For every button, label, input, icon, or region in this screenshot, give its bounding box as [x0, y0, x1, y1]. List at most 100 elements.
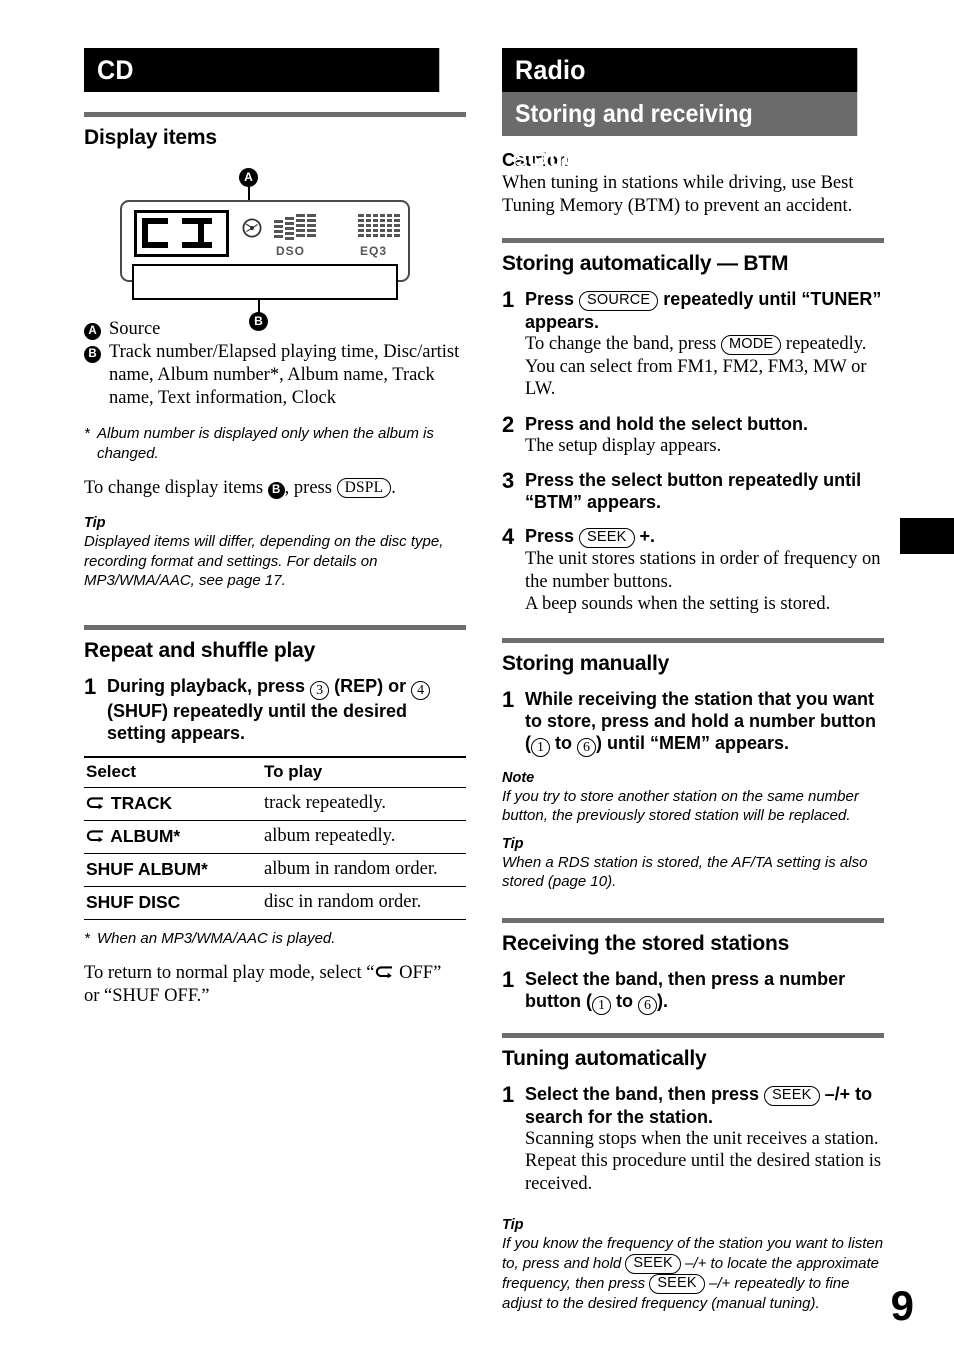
section-divider — [502, 637, 884, 643]
number-button-3[interactable]: 3 — [310, 680, 330, 700]
step-description: The setup display appears. — [525, 435, 722, 456]
step-text-2: to — [610, 990, 638, 1011]
asterisk-marker: * — [201, 858, 208, 879]
step-title: During playback, press 3 (REP) or 4 (SHU… — [107, 675, 466, 744]
step-title: Press SEEK +. — [525, 525, 884, 548]
step-title: Press SOURCE repeatedly until “TUNER” ap… — [525, 288, 884, 333]
step-description-2: A beep sounds when the setting is stored… — [525, 594, 831, 614]
circled-letter-b: B — [84, 346, 101, 363]
step-title: While receiving the station that you wan… — [525, 688, 884, 757]
step-text-2: +. — [634, 526, 656, 546]
step-title: Press the select button repeatedly until… — [525, 470, 862, 512]
step-text-1: Select the band, then press — [525, 1083, 765, 1104]
step-text-1: Press — [525, 289, 580, 309]
instruction-text-1: To change display items — [84, 478, 268, 498]
right-column: Radio Storing and receiving stations Cau… — [502, 48, 884, 1313]
step-item: 1 Select the band, then press SEEK –/+ t… — [502, 1083, 884, 1196]
dso-level-icon — [274, 214, 316, 240]
number-button-6[interactable]: 6 — [637, 995, 657, 1015]
step-description: To change the band, press MODE repeatedl… — [525, 333, 884, 401]
step-text-3: ). — [656, 990, 668, 1011]
column-header-to-play: To play — [264, 761, 323, 781]
step-content: Select the band, then press SEEK –/+ to … — [525, 1083, 884, 1196]
tip-label: Tip — [502, 1217, 524, 1233]
step-title: Select the band, then press SEEK –/+ to … — [525, 1083, 884, 1128]
table-row: SHUF ALBUM* album in random order. — [84, 853, 466, 886]
number-button-6[interactable]: 6 — [577, 737, 596, 757]
table-row: TRACK track repeatedly. — [84, 787, 466, 820]
step-number: 1 — [502, 966, 515, 992]
legend-item: B Track number/Elapsed playing time, Dis… — [84, 341, 466, 410]
repeat-shuffle-table: Select To play TRACK track repeatedly. AL… — [84, 756, 466, 920]
step-text-1: During playback, press — [107, 675, 311, 696]
step-item: 1 Select the band, then press a number b… — [502, 968, 884, 1015]
step-text-1: Select the band, then press a number but… — [525, 968, 846, 1011]
step-text-3: ) until “MEM” appears. — [596, 732, 790, 753]
seek-button[interactable]: SEEK — [625, 1253, 681, 1274]
asterisk-marker: * — [84, 929, 90, 947]
step-item: 1 Press SOURCE repeatedly until “TUNER” … — [502, 288, 884, 401]
seek-button[interactable]: SEEK — [579, 528, 635, 548]
legend-key-b: B — [84, 341, 109, 410]
number-button-4[interactable]: 4 — [411, 680, 431, 700]
cell-select: SHUF ALBUM* — [84, 853, 262, 886]
section-divider — [502, 1032, 884, 1038]
cell-to-play: track repeatedly. — [264, 792, 387, 813]
chapter-banner-cd: CD — [84, 48, 440, 92]
select-label: SHUF DISC — [86, 891, 181, 912]
step-content: Select the band, then press a number but… — [525, 968, 884, 1015]
instruction-text-3: . — [391, 478, 396, 498]
legend-value-a: Source — [109, 319, 161, 339]
heading-receiving-stored-stations: Receiving the stored stations — [502, 931, 790, 955]
step-title: Press and hold the select button. — [525, 413, 809, 434]
step-text-2: to — [550, 732, 577, 753]
footnote-text: Album number is displayed only when the … — [97, 425, 434, 462]
chapter-banner-radio: Radio — [502, 48, 858, 92]
step-number: 1 — [502, 686, 515, 712]
section-divider — [502, 238, 884, 243]
step-item: 2 Press and hold the select button. The … — [502, 413, 884, 458]
heading-storing-automatically: Storing automatically — BTM — [502, 252, 789, 275]
mode-button[interactable]: MODE — [720, 335, 782, 355]
circled-letter-a: A — [84, 323, 101, 340]
dspl-button[interactable]: DSPL — [336, 478, 392, 498]
source-segment-text — [142, 218, 212, 248]
heading-storing-manually: Storing manually — [502, 651, 670, 675]
left-column: CD Display items A DSO EQ3 B A Source B … — [84, 48, 466, 1008]
return-text-2: OFF” — [394, 963, 442, 983]
source-button[interactable]: SOURCE — [579, 291, 659, 311]
asterisk-marker: * — [173, 825, 181, 846]
seek-button[interactable]: SEEK — [764, 1085, 820, 1106]
tip-text: If you know the frequency of the station… — [502, 1234, 884, 1313]
step-content: During playback, press 3 (REP) or 4 (SHU… — [107, 675, 466, 744]
seek-button[interactable]: SEEK — [649, 1273, 705, 1294]
callout-badge-a: A — [239, 168, 258, 187]
circled-letter-b-inline: B — [267, 482, 285, 499]
return-normal-play-text: To return to normal play mode, select “ … — [84, 962, 466, 1008]
step-number: 1 — [502, 1081, 515, 1107]
step-number: 4 — [502, 524, 515, 549]
step-number: 2 — [502, 411, 515, 437]
heading-repeat-shuffle: Repeat and shuffle play — [84, 638, 316, 662]
select-label: TRACK — [110, 792, 173, 813]
repeat-icon — [86, 829, 106, 842]
step-content: Press SEEK +. The unit stores stations i… — [525, 525, 884, 616]
heading-tuning-automatically: Tuning automatically — [502, 1046, 707, 1070]
step-item: 1 During playback, press 3 (REP) or 4 (S… — [84, 675, 466, 744]
step-item: 3 Press the select button repeatedly unt… — [502, 469, 884, 513]
repeat-icon — [86, 796, 106, 809]
table-footnote: * When an MP3/WMA/AAC is played. — [84, 929, 466, 949]
cell-select: SHUF DISC — [84, 886, 262, 919]
asterisk-marker: * — [84, 425, 90, 442]
section-divider — [502, 917, 884, 923]
section-banner-storing-receiving: Storing and receiving stations — [502, 92, 858, 172]
number-button-1[interactable]: 1 — [591, 995, 611, 1015]
dso-label: DSO — [276, 244, 306, 258]
step-number: 1 — [84, 673, 97, 699]
number-button-1[interactable]: 1 — [531, 737, 550, 757]
step-description: Scanning stops when the unit receives a … — [525, 1128, 882, 1194]
callout-badge-b: B — [249, 312, 268, 331]
step-desc-1: To change the band, press — [525, 334, 721, 354]
table-row: ALBUM* album repeatedly. — [84, 820, 466, 853]
figure-legend: A Source B Track number/Elapsed playing … — [84, 318, 466, 410]
